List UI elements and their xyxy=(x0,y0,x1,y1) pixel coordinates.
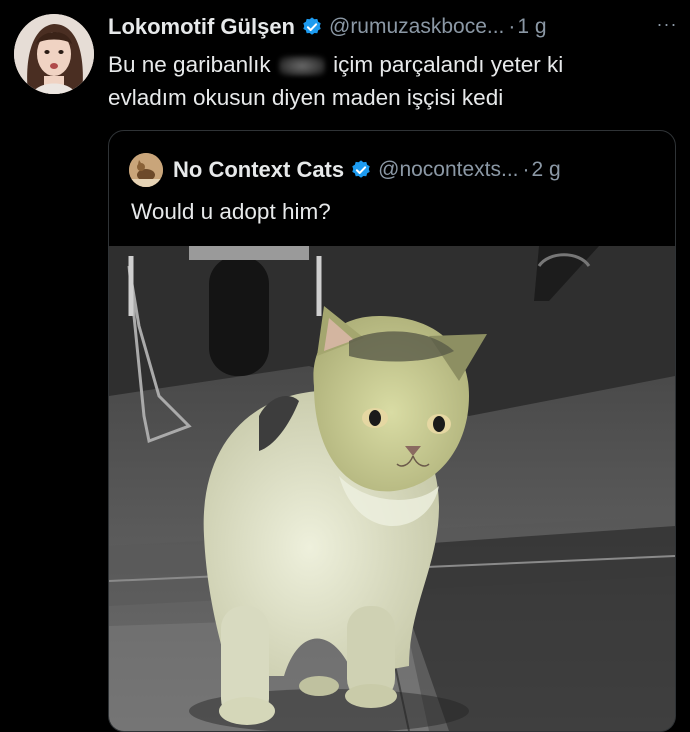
verified-badge-icon xyxy=(301,16,323,38)
quoted-tweet-text: Would u adopt him? xyxy=(131,199,331,224)
quoted-author-avatar[interactable] xyxy=(129,153,163,187)
quoted-tweet-header: No Context Cats @nocontexts... · 2 g xyxy=(129,153,665,187)
tweet[interactable]: Lokomotif Gülşen @rumuzaskboce... · 1 g … xyxy=(0,0,690,732)
tweet-time[interactable]: 1 g xyxy=(517,15,546,39)
tweet-text-line-2: evladım okusun diyen maden işçisi kedi xyxy=(108,85,504,110)
quoted-author-name[interactable]: No Context Cats xyxy=(173,157,344,183)
author-name[interactable]: Lokomotif Gülşen xyxy=(108,14,295,40)
more-dots-icon[interactable]: ··· xyxy=(652,12,682,36)
cat-photo[interactable] xyxy=(109,246,675,731)
verified-badge-icon xyxy=(350,159,372,181)
quoted-author-handle[interactable]: @nocontexts... xyxy=(378,158,518,182)
author-avatar[interactable] xyxy=(14,14,94,94)
header-separator: · xyxy=(508,15,516,38)
tweet-header: Lokomotif Gülşen @rumuzaskboce... · 1 g … xyxy=(108,10,682,44)
tweet-text-line-1: Bu ne garibanlık içim parçalandı yeter k… xyxy=(108,48,678,81)
author-handle[interactable]: @rumuzaskboce... xyxy=(329,15,504,39)
quoted-tweet[interactable]: No Context Cats @nocontexts... · 2 g Wou… xyxy=(108,130,676,732)
tweet-text-part-1: Bu ne garibanlık xyxy=(108,52,271,77)
censored-word xyxy=(278,56,325,77)
tweet-text-part-2: içim parçalandı yeter ki xyxy=(333,52,564,77)
quoted-tweet-time[interactable]: 2 g xyxy=(532,158,561,182)
quoted-header-separator: · xyxy=(522,158,530,181)
tweet-text: Bu ne garibanlık içim parçalandı yeter k… xyxy=(108,48,678,114)
